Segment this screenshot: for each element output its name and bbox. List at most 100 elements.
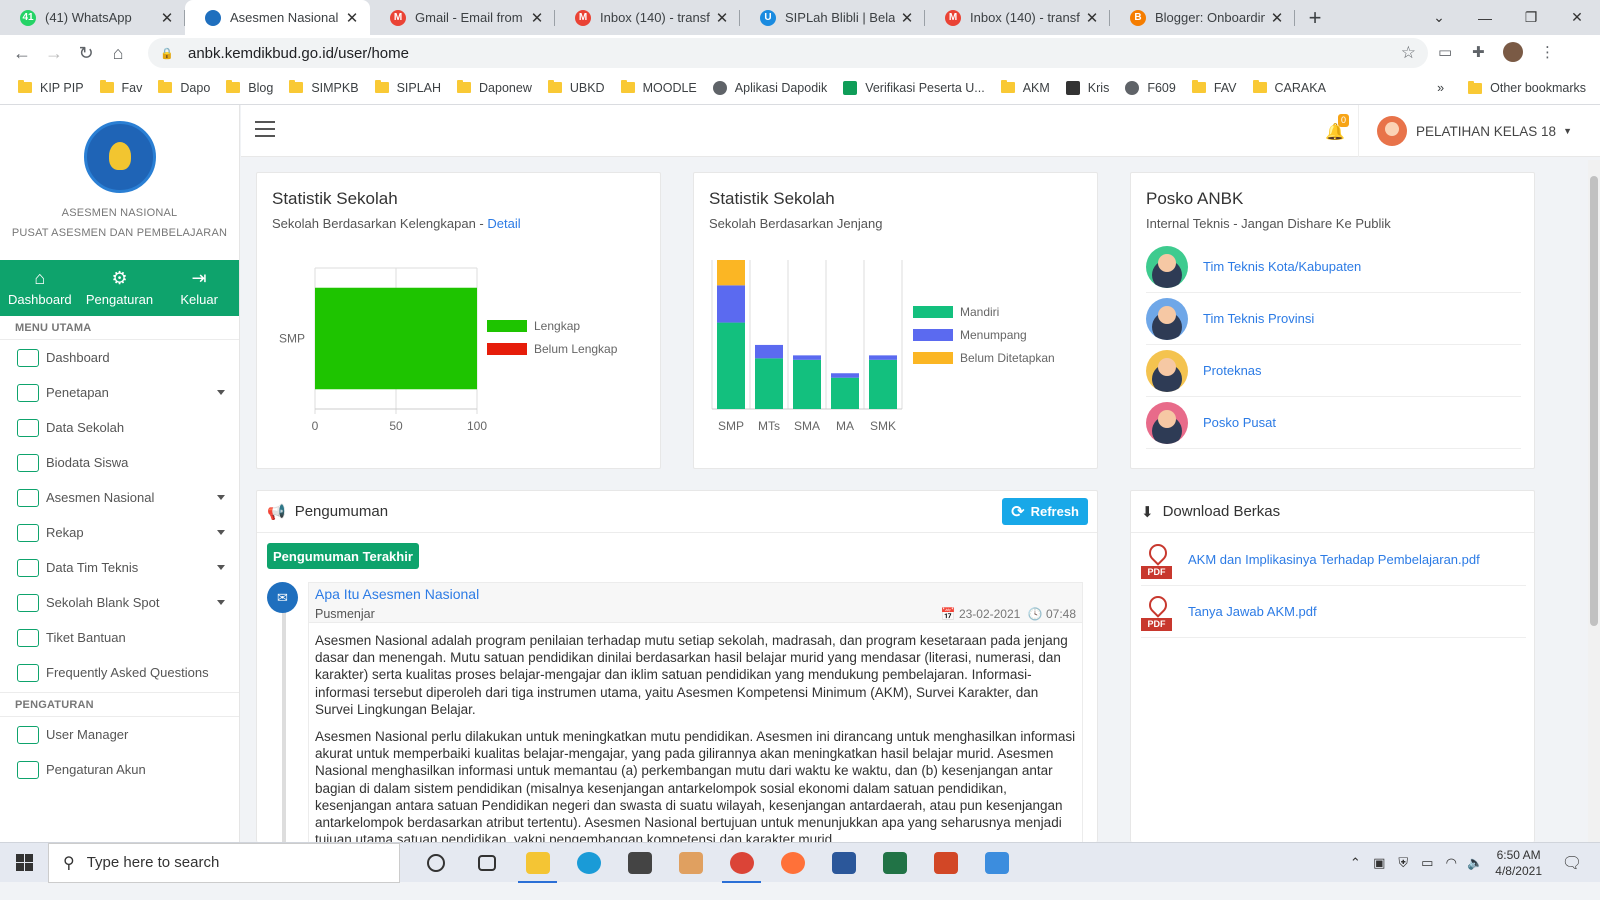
sidebar-item-sekolah-blank-spot[interactable]: Sekolah Blank Spot [0, 585, 239, 620]
sidebar-item-user-manager[interactable]: User Manager [0, 717, 239, 752]
mail-taskbar-button[interactable] [614, 843, 665, 883]
browser-menu-icon[interactable]: ⋮ [1540, 43, 1555, 61]
bookmark-star-icon[interactable]: ☆ [1401, 43, 1416, 63]
bookmark-item[interactable]: Fav [99, 80, 142, 95]
bookmark-item[interactable]: Blog [226, 80, 273, 95]
tab-close-icon[interactable]: ✕ [344, 9, 360, 27]
chrome-taskbar-button[interactable] [716, 843, 767, 883]
browser-tab[interactable]: Asesmen Nasional - Ta ✕ [185, 0, 370, 35]
bookmark-item[interactable]: Dapo [158, 80, 210, 95]
firefox-taskbar-button[interactable] [767, 843, 818, 883]
posko-label[interactable]: Tim Teknis Provinsi [1203, 311, 1314, 326]
paint-taskbar-button[interactable] [665, 843, 716, 883]
bookmark-item[interactable]: FAV [1191, 80, 1237, 95]
download-item[interactable]: PDF Tanya Jawab AKM.pdf [1141, 586, 1526, 638]
browser-tab[interactable]: M Inbox (140) - transfera ✕ [555, 0, 740, 35]
sidebar-item-rekap[interactable]: Rekap [0, 515, 239, 550]
reload-button[interactable]: ↻ [70, 43, 102, 64]
scrollbar-thumb[interactable] [1590, 176, 1598, 626]
cortana-taskbar-button[interactable] [410, 843, 461, 883]
forward-button[interactable]: → [38, 43, 70, 64]
windows-start-icon[interactable] [0, 843, 48, 883]
posko-label[interactable]: Tim Teknis Kota/Kabupaten [1203, 259, 1361, 274]
new-tab-button[interactable]: + [1295, 0, 1335, 35]
bookmark-item[interactable]: SIMPKB [289, 80, 359, 95]
other-bookmarks-button[interactable]: Other bookmarks [1490, 81, 1586, 95]
tab-close-icon[interactable]: ✕ [529, 9, 545, 27]
posko-item[interactable]: Tim Teknis Kota/Kabupaten [1146, 241, 1521, 293]
bookmark-item[interactable]: Kris [1065, 80, 1109, 95]
download-item[interactable]: PDF AKM dan Implikasinya Terhadap Pembela… [1141, 534, 1526, 586]
download-file-link[interactable]: AKM dan Implikasinya Terhadap Pembelajar… [1188, 552, 1480, 567]
powerpoint-taskbar-button[interactable] [920, 843, 971, 883]
hamburger-menu-icon[interactable] [255, 121, 275, 137]
word-taskbar-button[interactable] [818, 843, 869, 883]
excel-taskbar-button[interactable] [869, 843, 920, 883]
refresh-button[interactable]: ⟳ Refresh [1002, 498, 1088, 525]
sidebar-item-dashboard[interactable]: Dashboard [0, 340, 239, 375]
back-button[interactable]: ← [6, 43, 38, 64]
restore-button[interactable]: ❐ [1508, 9, 1554, 26]
bookmark-item[interactable]: UBKD [547, 80, 605, 95]
posko-label[interactable]: Proteknas [1203, 363, 1262, 378]
bookmark-item[interactable]: Verifikasi Peserta U... [843, 80, 985, 95]
page-scrollbar[interactable] [1588, 160, 1600, 842]
notification-center-icon[interactable]: 🗨 [1560, 853, 1584, 873]
bookmark-item[interactable]: KIP PIP [18, 80, 84, 95]
taskbar-search-box[interactable]: ⚲ Type here to search [48, 842, 400, 883]
home-button[interactable]: ⌂ [102, 43, 134, 64]
bookmark-item[interactable]: MOODLE [620, 80, 697, 95]
taskbar-clock[interactable]: 6:50 AM 4/8/2021 [1495, 847, 1542, 879]
sidebar-item-penetapan[interactable]: Penetapan [0, 375, 239, 410]
bookmark-item[interactable]: F609 [1125, 80, 1176, 95]
sidebar-item-biodata-siswa[interactable]: Biodata Siswa [0, 445, 239, 480]
quick-pengaturan-button[interactable]: ⚙ Pengaturan [80, 260, 160, 316]
tab-close-icon[interactable]: ✕ [1269, 9, 1285, 27]
tab-close-icon[interactable]: ✕ [899, 9, 915, 27]
security-shield-icon[interactable]: ⛨ [1391, 855, 1415, 871]
bookmark-item[interactable]: Aplikasi Dapodik [712, 80, 827, 95]
announcement-title-link[interactable]: Apa Itu Asesmen Nasional [315, 586, 479, 602]
extensions-icon[interactable]: ✚ [1472, 43, 1485, 61]
browser-tab[interactable]: M Gmail - Email from Go ✕ [370, 0, 555, 35]
sidebar-item-pengaturan-akun[interactable]: Pengaturan Akun [0, 752, 239, 787]
posko-item[interactable]: Posko Pusat [1146, 397, 1521, 449]
cast-icon[interactable]: ▭ [1438, 43, 1452, 61]
minimize-button[interactable]: — [1462, 10, 1508, 26]
tab-close-icon[interactable]: ✕ [159, 9, 175, 27]
omnibox[interactable]: 🔒 anbk.kemdikbud.go.id/user/home ☆ [148, 38, 1428, 68]
browser-tab[interactable]: 41 (41) WhatsApp ✕ [0, 0, 185, 35]
wifi-icon[interactable]: ◠ [1439, 855, 1463, 871]
download-file-link[interactable]: Tanya Jawab AKM.pdf [1188, 604, 1317, 619]
volume-icon[interactable]: 🔈 [1463, 855, 1487, 871]
profile-avatar-icon[interactable] [1503, 42, 1523, 62]
device-icon[interactable]: ▣ [1367, 855, 1391, 871]
bookmark-item[interactable]: CARAKA [1252, 80, 1326, 95]
lock-icon[interactable]: 🔒 [160, 47, 174, 60]
sidebar-item-data-sekolah[interactable]: Data Sekolah [0, 410, 239, 445]
sidebar-item-frequently-asked-questions[interactable]: Frequently Asked Questions [0, 655, 239, 690]
chevron-up-icon[interactable]: ⌃ [1343, 855, 1367, 871]
bookmark-item[interactable]: AKM [1000, 80, 1050, 95]
quick-keluar-button[interactable]: ⇥ Keluar [159, 260, 239, 316]
bookmark-item[interactable]: SIPLAH [374, 80, 441, 95]
user-menu[interactable]: PELATIHAN KELAS 18 ▼ [1358, 105, 1572, 157]
sidebar-item-tiket-bantuan[interactable]: Tiket Bantuan [0, 620, 239, 655]
task-view-taskbar-button[interactable] [461, 843, 512, 883]
close-window-button[interactable]: ✕ [1554, 9, 1600, 26]
quick-dashboard-button[interactable]: ⌂ Dashboard [0, 260, 80, 316]
browser-tab[interactable]: U SIPLah Blibli | Belanja ✕ [740, 0, 925, 35]
sidebar-item-asesmen-nasional[interactable]: Asesmen Nasional [0, 480, 239, 515]
battery-icon[interactable]: ▭ [1415, 855, 1439, 871]
bookmarks-overflow-button[interactable]: » [1437, 81, 1444, 95]
bookmark-item[interactable]: Daponew [457, 80, 532, 95]
posko-item[interactable]: Tim Teknis Provinsi [1146, 293, 1521, 345]
browser-tab[interactable]: B Blogger: Onboarding ✕ [1110, 0, 1295, 35]
posko-item[interactable]: Proteknas [1146, 345, 1521, 397]
file-explorer-taskbar-button[interactable] [512, 843, 563, 883]
tab-close-icon[interactable]: ✕ [714, 9, 730, 27]
posko-label[interactable]: Posko Pusat [1203, 415, 1276, 430]
tab-search-icon[interactable]: ⌄ [1416, 9, 1462, 26]
sidebar-item-data-tim-teknis[interactable]: Data Tim Teknis [0, 550, 239, 585]
remote-desktop-taskbar-button[interactable] [971, 843, 1022, 883]
